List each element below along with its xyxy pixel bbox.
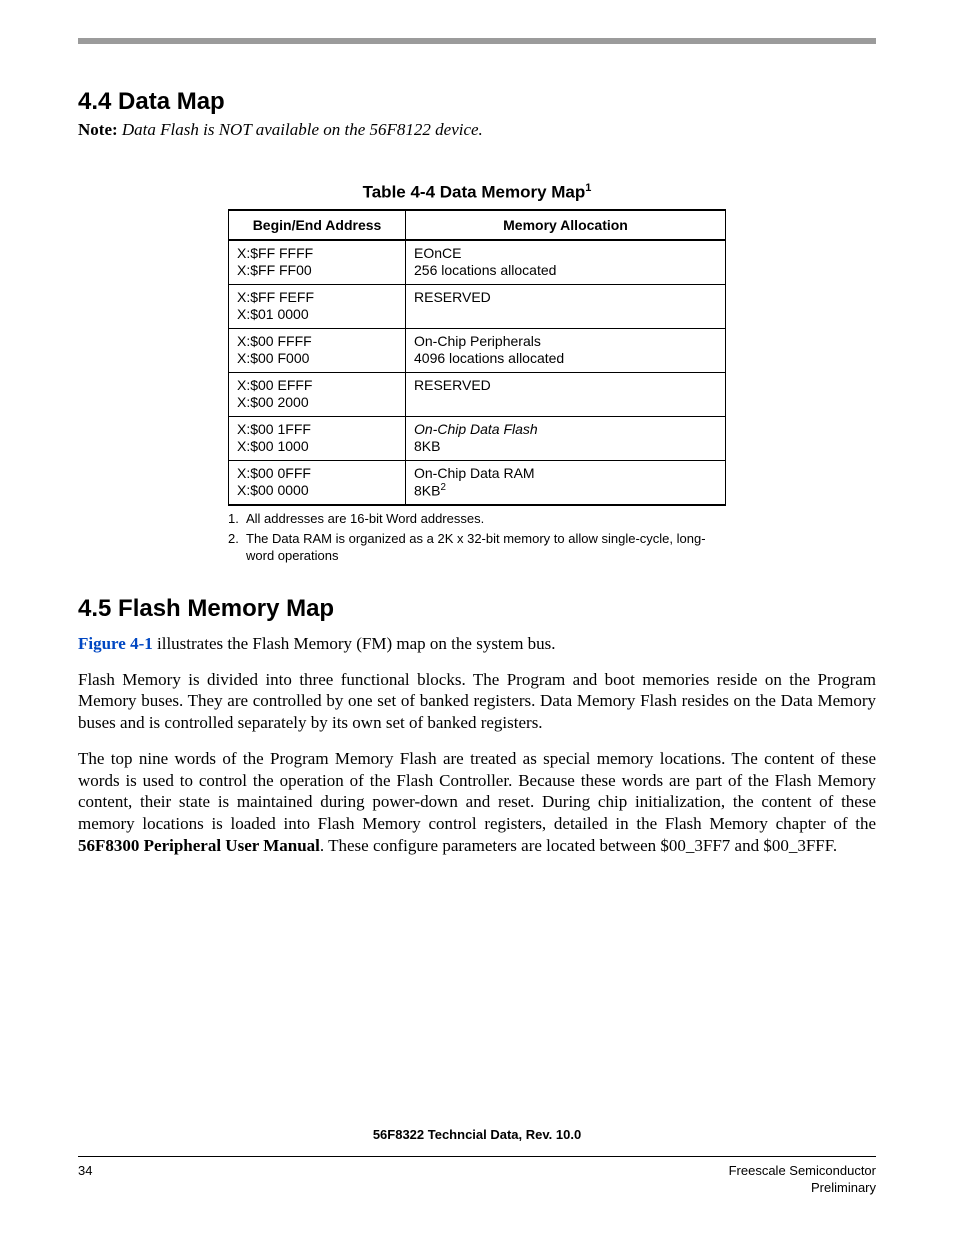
p3-bold: 56F8300 Peripheral User Manual [78,836,320,855]
alloc-cell: On-Chip Data Flash8KB [406,416,726,460]
addr-cell: X:$00 1FFFX:$00 1000 [229,416,406,460]
alloc-cell: EOnCE256 locations allocated [406,240,726,285]
note-label: Note: [78,120,118,139]
section-4-4-heading: 4.4 Data Map [78,88,876,116]
addr-cell: X:$FF FEFFX:$01 0000 [229,284,406,328]
table-header-col1: Begin/End Address [229,210,406,240]
alloc-cell: RESERVED [406,372,726,416]
table-row: X:$FF FFFFX:$FF FF00EOnCE256 locations a… [229,240,726,285]
table-row: X:$00 0FFFX:$00 0000On-Chip Data RAM8KB2 [229,460,726,505]
table-caption: Table 4-4 Data Memory Map1 [78,182,876,203]
addr-cell: X:$FF FFFFX:$FF FF00 [229,240,406,285]
footnote-text: All addresses are 16-bit Word addresses. [246,510,484,528]
header-rule [78,38,876,44]
footnote-text: The Data RAM is organized as a 2K x 32-b… [246,530,726,565]
footnote: 2.The Data RAM is organized as a 2K x 32… [228,530,726,565]
p1-rest: illustrates the Flash Memory (FM) map on… [153,634,556,653]
table-row: X:$FF FEFFX:$01 0000RESERVED [229,284,726,328]
footer-title: 56F8322 Techncial Data, Rev. 10.0 [78,1127,876,1142]
section-4-5-p2: Flash Memory is divided into three funct… [78,669,876,734]
table-caption-sup: 1 [585,182,591,194]
addr-cell: X:$00 EFFFX:$00 2000 [229,372,406,416]
data-memory-table: Begin/End Address Memory Allocation X:$F… [228,209,726,507]
addr-cell: X:$00 FFFFX:$00 F000 [229,328,406,372]
alloc-cell: RESERVED [406,284,726,328]
note-body: Data Flash is NOT available on the 56F81… [118,120,483,139]
footer-rule [78,1156,876,1157]
table-header-col2: Memory Allocation [406,210,726,240]
section-4-5-p3: The top nine words of the Program Memory… [78,748,876,857]
section-4-5-p1: Figure 4-1 illustrates the Flash Memory … [78,633,876,655]
p3-b: . These configure parameters are located… [320,836,837,855]
page-footer: 56F8322 Techncial Data, Rev. 10.0 34 Fre… [78,1127,876,1197]
table-caption-text: Table 4-4 Data Memory Map [363,183,586,202]
footnote: 1.All addresses are 16-bit Word addresse… [228,510,726,528]
p3-a: The top nine words of the Program Memory… [78,749,876,833]
table-row: X:$00 FFFFX:$00 F000On-Chip Peripherals4… [229,328,726,372]
footer-company: Freescale Semiconductor [729,1163,876,1180]
addr-cell: X:$00 0FFFX:$00 0000 [229,460,406,505]
section-4-4-note: Note: Data Flash is NOT available on the… [78,120,876,140]
footnote-num: 1. [228,510,242,528]
figure-4-1-link[interactable]: Figure 4-1 [78,634,153,653]
alloc-cell: On-Chip Peripherals4096 locations alloca… [406,328,726,372]
table-footnotes: 1.All addresses are 16-bit Word addresse… [228,510,726,565]
footnote-num: 2. [228,530,242,565]
section-4-5-heading: 4.5 Flash Memory Map [78,595,876,623]
footer-status: Preliminary [729,1180,876,1197]
alloc-cell: On-Chip Data RAM8KB2 [406,460,726,505]
footer-page-number: 34 [78,1163,92,1197]
table-row: X:$00 1FFFX:$00 1000On-Chip Data Flash8K… [229,416,726,460]
table-row: X:$00 EFFFX:$00 2000RESERVED [229,372,726,416]
